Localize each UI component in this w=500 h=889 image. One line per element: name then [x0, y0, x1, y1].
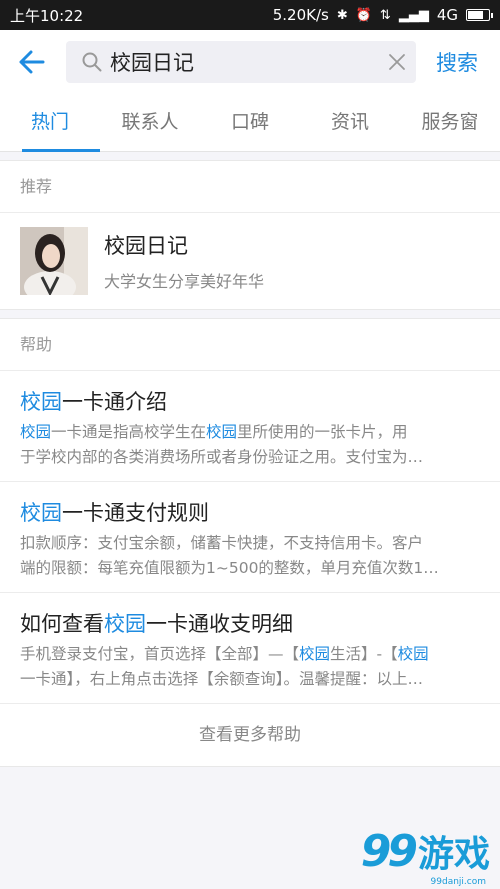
signal-icon: ▂▄▆	[398, 7, 429, 23]
back-button[interactable]	[12, 42, 52, 82]
status-time: 上午10:22	[10, 6, 84, 25]
search-button[interactable]: 搜索	[436, 47, 478, 77]
help-item-desc: 校园一卡通是指高校学生在校园里所使用的一张卡片，用	[20, 423, 408, 441]
network-speed: 5.20K/s	[272, 6, 329, 24]
watermark-url: 99danji.com	[430, 877, 486, 887]
watermark-logo: 99	[360, 826, 418, 877]
search-input[interactable]	[110, 50, 388, 74]
help-item[interactable]: 如何查看校园一卡通收支明细 手机登录支付宝，首页选择【全部】—【校园生活】-【校…	[0, 593, 500, 704]
tab-hot[interactable]: 热门	[0, 94, 100, 152]
search-icon	[82, 52, 102, 72]
help-item[interactable]: 校园一卡通介绍 校园一卡通是指高校学生在校园里所使用的一张卡片，用 于学校内部的…	[0, 371, 500, 482]
help-item[interactable]: 校园一卡通支付规则 扣款顺序：支付宝余额，储蓄卡快捷，不支持信用卡。客户 端的限…	[0, 482, 500, 593]
help-item-title: 校园一卡通支付规则	[20, 501, 209, 525]
status-bar: 上午10:22 5.20K/s ✱ ⏰ ⇅ ▂▄▆ 4G	[0, 0, 500, 30]
help-section: 帮助 校园一卡通介绍 校园一卡通是指高校学生在校园里所使用的一张卡片，用 于学校…	[0, 318, 500, 767]
avatar	[20, 227, 88, 295]
help-item-desc: 一卡通】，右上角点击选择【余额查询】。温馨提醒：以上…	[20, 670, 424, 688]
tab-contacts[interactable]: 联系人	[100, 94, 200, 151]
recommend-desc: 大学女生分享美好年华	[104, 272, 265, 291]
recommend-name: 校园日记	[104, 234, 188, 258]
recommend-title: 推荐	[0, 161, 500, 213]
recommend-item[interactable]: 校园日记 大学女生分享美好年华	[0, 213, 500, 309]
status-icons: 5.20K/s ✱ ⏰ ⇅ ▂▄▆ 4G	[272, 6, 493, 24]
tab-bar: 热门 联系人 口碑 资讯 服务窗	[0, 94, 500, 152]
bluetooth-icon: ✱	[336, 7, 348, 23]
search-box	[66, 41, 416, 83]
help-item-desc: 扣款顺序：支付宝余额，储蓄卡快捷，不支持信用卡。客户	[20, 534, 424, 552]
help-item-desc: 端的限额：每笔充值限额为1~500的整数，单月充值次数1…	[20, 559, 439, 577]
site-watermark: 99 游戏 99danji.com	[360, 825, 490, 887]
tab-koubei[interactable]: 口碑	[200, 94, 300, 151]
watermark-text: 游戏	[417, 834, 490, 875]
data-arrows-icon: ⇅	[379, 7, 391, 23]
tab-news[interactable]: 资讯	[300, 94, 400, 151]
help-item-title: 如何查看校园一卡通收支明细	[20, 612, 293, 636]
alarm-icon: ⏰	[355, 7, 372, 23]
help-item-desc: 手机登录支付宝，首页选择【全部】—【校园生活】-【校园	[20, 645, 429, 663]
clear-icon[interactable]	[388, 53, 406, 71]
network-type: 4G	[436, 6, 458, 24]
more-help-link[interactable]: 查看更多帮助	[0, 704, 500, 766]
search-header: 搜索	[0, 30, 500, 94]
help-title: 帮助	[0, 319, 500, 371]
tab-service-window[interactable]: 服务窗	[400, 94, 500, 151]
battery-icon	[466, 9, 493, 21]
recommend-section: 推荐 校园日记 大学女生分享美好年华	[0, 160, 500, 310]
help-item-title: 校园一卡通介绍	[20, 390, 167, 414]
help-item-desc: 于学校内部的各类消费场所或者身份验证之用。支付宝为…	[20, 448, 424, 466]
back-arrow-icon	[19, 50, 45, 74]
recommend-text: 校园日记 大学女生分享美好年华	[104, 230, 264, 292]
